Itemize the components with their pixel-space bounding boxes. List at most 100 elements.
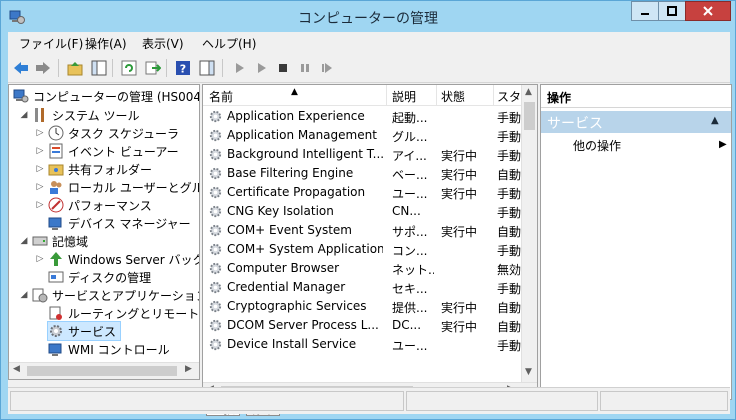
- tree-services[interactable]: サービス: [47, 321, 122, 341]
- tree-windows-server-backup[interactable]: ▷ Windows Server バックアップ: [35, 250, 199, 268]
- expanded-chevron-icon[interactable]: ◢: [19, 236, 29, 246]
- routing-icon: [49, 306, 62, 320]
- collapsed-chevron-icon[interactable]: ▷: [35, 200, 45, 210]
- status-panel-2: [406, 391, 598, 411]
- tree-services-and-applications[interactable]: ◢ サービスとアプリケーション: [19, 286, 199, 304]
- shared-folder-icon: [48, 164, 64, 176]
- column-header-startup-type[interactable]: スタートアップの種類: [497, 88, 521, 105]
- maximize-button[interactable]: [658, 1, 686, 21]
- backup-icon: [50, 252, 62, 266]
- service-startup-type: 自動: [497, 168, 521, 182]
- sort-ascending-icon: ▲: [291, 87, 298, 97]
- tree-wmi-control[interactable]: WMI コントロール: [48, 340, 170, 358]
- window-title: コンピューターの管理: [298, 11, 438, 27]
- title-bar[interactable]: コンピューターの管理: [1, 1, 735, 33]
- list-vertical-scrollbar[interactable]: ▲ ▼: [521, 85, 537, 382]
- collapsed-chevron-icon[interactable]: ▷: [35, 254, 45, 264]
- tree-routing-remote-access[interactable]: ルーティングとリモート アクセス: [48, 304, 199, 322]
- menu-file[interactable]: ファイル(F): [19, 35, 83, 52]
- restart-service-button[interactable]: [318, 59, 336, 77]
- scroll-left-icon[interactable]: ◀: [13, 364, 20, 374]
- tree-event-viewer[interactable]: ▷ イベント ビューアー: [35, 142, 179, 160]
- service-row[interactable]: Base Filtering Engine ベー... 実行中 自動: [203, 164, 521, 183]
- tree-system-tools[interactable]: ◢ システム ツール: [19, 106, 139, 124]
- scroll-right-icon[interactable]: ▶: [185, 364, 192, 374]
- column-header-description[interactable]: 説明: [392, 88, 416, 105]
- up-folder-button[interactable]: [66, 59, 84, 77]
- scroll-thumb[interactable]: [524, 102, 535, 130]
- service-name: Credential Manager: [227, 280, 346, 294]
- service-description: セキ...: [392, 282, 428, 296]
- service-row[interactable]: Computer Browser ネット... 無効: [203, 259, 521, 278]
- services-apps-icon: [32, 288, 48, 303]
- back-button[interactable]: [12, 59, 30, 77]
- submenu-arrow-icon: ▶: [719, 139, 727, 150]
- actions-header: 操作: [541, 85, 731, 108]
- show-action-pane-button[interactable]: [198, 59, 216, 77]
- refresh-button[interactable]: [120, 59, 138, 77]
- menu-view[interactable]: 表示(V): [142, 35, 184, 52]
- tree-task-scheduler[interactable]: ▷ タスク スケジューラ: [35, 124, 179, 142]
- show-hide-tree-button[interactable]: [90, 59, 108, 77]
- tree-performance[interactable]: ▷ パフォーマンス: [35, 196, 152, 214]
- service-row[interactable]: Credential Manager セキ... 手動: [203, 278, 521, 297]
- service-row[interactable]: Application Experience 起動... 手動: [203, 107, 521, 126]
- service-name: Application Experience: [227, 109, 365, 123]
- scroll-up-icon[interactable]: ▲: [525, 87, 532, 97]
- start-service-button[interactable]: [230, 59, 248, 77]
- start-service-alt-button[interactable]: [252, 59, 270, 77]
- pause-service-button[interactable]: [296, 59, 314, 77]
- tree-disk-management[interactable]: ディスクの管理: [48, 268, 151, 286]
- collapsed-chevron-icon[interactable]: ▷: [35, 128, 45, 138]
- service-row[interactable]: Application Management グル... 手動: [203, 126, 521, 145]
- performance-icon: [48, 197, 64, 213]
- service-description: ユー...: [392, 339, 428, 353]
- scroll-thumb[interactable]: [27, 366, 177, 376]
- menu-action[interactable]: 操作(A): [85, 35, 127, 52]
- forward-button[interactable]: [34, 59, 52, 77]
- more-actions-link[interactable]: 他の操作: [573, 137, 621, 154]
- service-row[interactable]: Device Install Service ユー... 手動: [203, 335, 521, 354]
- collapsed-chevron-icon[interactable]: ▷: [35, 182, 45, 192]
- service-row[interactable]: Cryptographic Services 提供... 実行中 自動: [203, 297, 521, 316]
- tree-root[interactable]: コンピューターの管理 (HS004): [13, 87, 199, 105]
- menu-help[interactable]: ヘルプ(H): [202, 35, 256, 52]
- tree-device-manager[interactable]: デバイス マネージャー: [48, 214, 191, 232]
- service-gear-icon: [209, 205, 222, 218]
- service-row[interactable]: DCOM Server Process L... DC... 実行中 自動: [203, 316, 521, 335]
- service-gear-icon: [209, 281, 222, 294]
- collapsed-chevron-icon[interactable]: ▷: [35, 146, 45, 156]
- actions-section-services[interactable]: サービス ▲: [541, 111, 731, 133]
- column-header-name[interactable]: 名前: [209, 88, 233, 105]
- event-viewer-icon: [49, 143, 63, 159]
- scroll-down-icon[interactable]: ▼: [525, 367, 532, 377]
- service-description: ユー...: [392, 187, 428, 201]
- service-status: 実行中: [441, 168, 478, 182]
- service-row[interactable]: CNG Key Isolation CN... 手動: [203, 202, 521, 221]
- close-button[interactable]: [685, 1, 731, 21]
- service-row[interactable]: COM+ System Application コン... 手動: [203, 240, 521, 259]
- status-panel-3: [600, 391, 728, 411]
- tree-horizontal-scrollbar[interactable]: ◀ ▶: [9, 362, 199, 379]
- service-startup-type: 自動: [497, 301, 521, 315]
- tree-shared-folders[interactable]: ▷ 共有フォルダー: [35, 160, 152, 178]
- service-description: サポ...: [392, 225, 428, 239]
- service-name: Cryptographic Services: [227, 299, 367, 313]
- collapse-arrow-icon[interactable]: ▲: [711, 115, 719, 126]
- service-name: CNG Key Isolation: [227, 204, 334, 218]
- export-list-button[interactable]: [144, 59, 162, 77]
- expanded-chevron-icon[interactable]: ◢: [19, 290, 29, 300]
- services-gear-icon: [50, 325, 62, 337]
- service-row[interactable]: Certificate Propagation ユー... 実行中 手動: [203, 183, 521, 202]
- minimize-button[interactable]: [631, 1, 659, 21]
- service-row[interactable]: Background Intelligent T... アイ... 実行中 手動: [203, 145, 521, 164]
- tree-storage[interactable]: ◢ 記憶域: [19, 232, 88, 250]
- expanded-chevron-icon[interactable]: ◢: [19, 110, 29, 120]
- collapsed-chevron-icon[interactable]: ▷: [35, 164, 45, 174]
- service-name: COM+ Event System: [227, 223, 352, 237]
- service-row[interactable]: COM+ Event System サポ... 実行中 自動: [203, 221, 521, 240]
- tree-local-users[interactable]: ▷ ローカル ユーザーとグループ: [35, 178, 199, 196]
- stop-service-button[interactable]: [274, 59, 292, 77]
- column-header-status[interactable]: 状態: [441, 88, 465, 105]
- help-button[interactable]: ?: [174, 59, 192, 77]
